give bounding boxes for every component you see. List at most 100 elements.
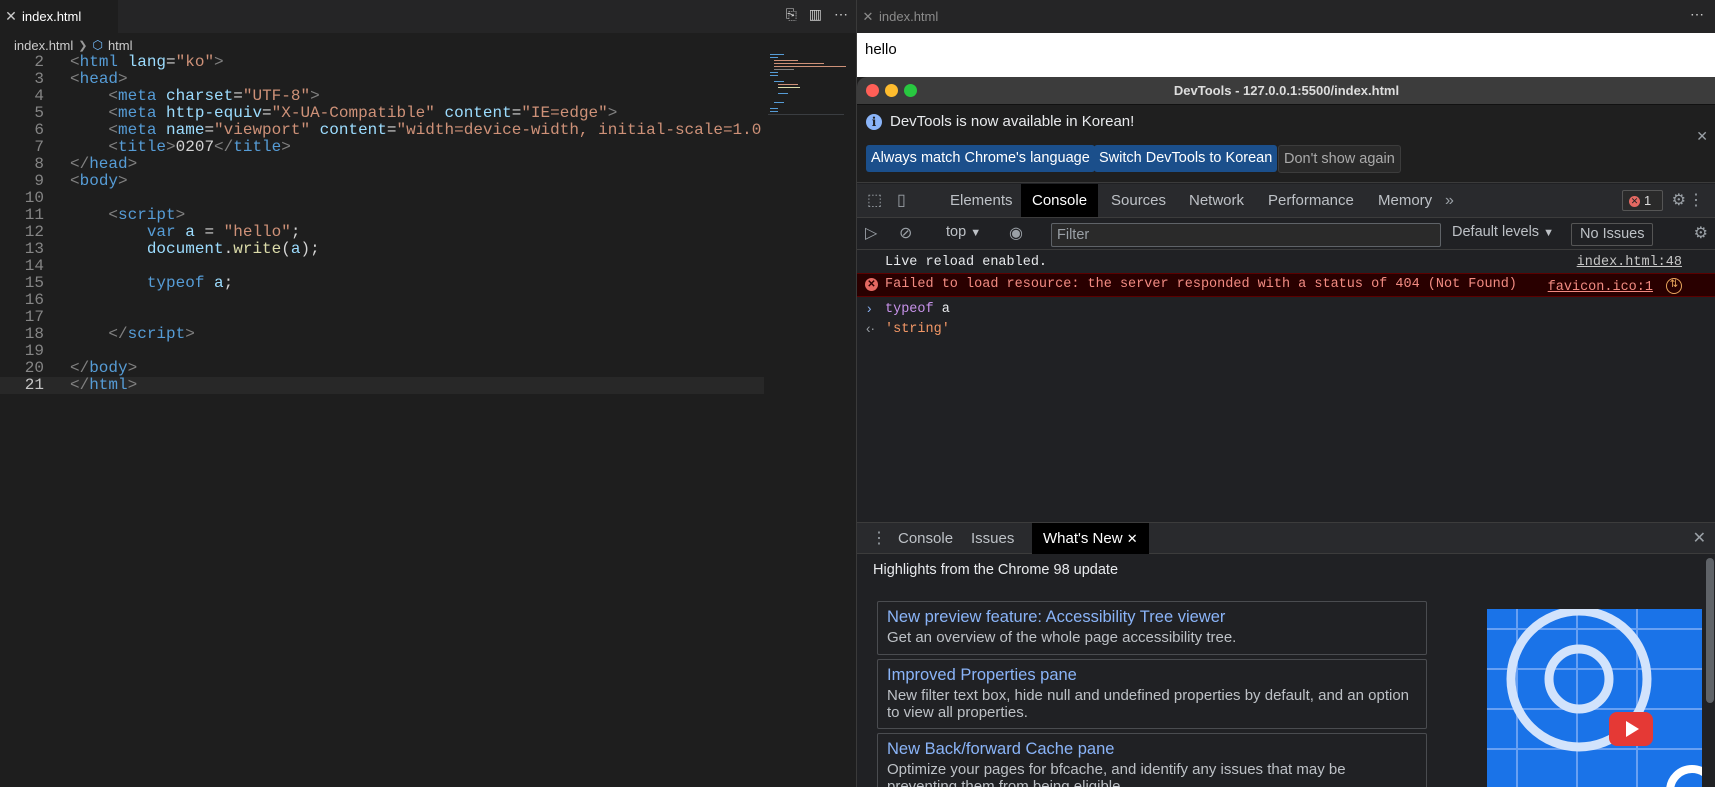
code-line[interactable]: 17 — [0, 309, 764, 326]
feature-title[interactable]: Improved Properties pane — [887, 665, 1417, 685]
filter-input[interactable]: Filter — [1051, 223, 1441, 247]
code-line[interactable]: 2 <html lang="ko"> — [0, 54, 764, 71]
code-token: body — [79, 172, 119, 190]
feature-title[interactable]: New Back/forward Cache pane — [887, 739, 1417, 759]
more-tabs-icon[interactable]: » — [1445, 184, 1454, 217]
tab-network[interactable]: Network — [1178, 184, 1255, 217]
tab-performance[interactable]: Performance — [1257, 184, 1365, 217]
preview-tab-index-html[interactable]: ✕ index.html — [857, 0, 975, 33]
console-result: ‹· 'string' — [857, 320, 1715, 340]
line-content: <meta charset="UTF-8"> — [70, 87, 319, 105]
code-line[interactable]: 20 </body> — [0, 360, 764, 377]
error-count-badge[interactable]: ✕ 1 — [1622, 190, 1663, 211]
live-expression-eye-icon[interactable]: ◉ — [1009, 218, 1023, 250]
play-button-icon[interactable] — [1609, 712, 1653, 746]
code-line[interactable]: 9 <body> — [0, 173, 764, 190]
feature-card[interactable]: New preview feature: Accessibility Tree … — [877, 601, 1427, 655]
inspect-element-icon[interactable]: ⬚ — [867, 184, 882, 217]
code-token: http-equiv — [166, 104, 263, 122]
code-line[interactable]: 6 <meta name="viewport" content="width=d… — [0, 122, 764, 139]
more-actions-icon[interactable]: ⋯ — [834, 6, 848, 23]
devtools-titlebar: DevTools - 127.0.0.1:5500/index.html — [857, 77, 1715, 105]
network-request-icon[interactable]: ⇅ — [1666, 278, 1682, 294]
line-content: typeof a; — [70, 275, 233, 292]
close-tab-icon[interactable]: ✕ — [0, 8, 22, 25]
drawer-tab-whats-new[interactable]: What's New ✕ — [1032, 523, 1149, 554]
video-thumbnail[interactable] — [1487, 609, 1702, 787]
close-drawer-icon[interactable]: ✕ — [1693, 523, 1706, 554]
code-token: </ — [70, 359, 90, 377]
close-infobar-icon[interactable]: ✕ — [1696, 128, 1708, 145]
console-messages[interactable]: Live reload enabled. index.html:48 ✕ Fai… — [857, 250, 1715, 522]
breadcrumb: index.html ❯ ⬡ html — [14, 36, 133, 54]
code-line[interactable]: 12 var a = "hello"; — [0, 224, 764, 241]
code-line[interactable]: 4 <meta charset="UTF-8"> — [0, 88, 764, 105]
code-line[interactable]: 15 typeof a; — [0, 275, 764, 292]
tab-console[interactable]: Console — [1021, 184, 1099, 217]
drawer-scrollbar[interactable] — [1706, 558, 1714, 703]
source-link[interactable]: index.html:48 — [1577, 255, 1682, 270]
tab-elements[interactable]: Elements — [939, 184, 1024, 217]
minimize-window-button[interactable] — [885, 84, 898, 97]
feature-title[interactable]: New preview feature: Accessibility Tree … — [887, 607, 1417, 627]
split-editor-icon[interactable]: ▥ — [809, 6, 822, 23]
drawer-menu-icon[interactable]: ⋮ — [871, 523, 887, 554]
code-line[interactable]: 21 </html> — [0, 377, 764, 394]
result-value: 'string' — [885, 322, 950, 337]
code-token: "UTF-8" — [242, 87, 311, 105]
line-content: var a = "hello"; — [70, 223, 301, 241]
tab-memory[interactable]: Memory — [1367, 184, 1443, 217]
code-line[interactable]: 10 — [0, 190, 764, 207]
code-line[interactable]: 8 </head> — [0, 156, 764, 173]
clear-console-icon[interactable]: ⊘ — [899, 218, 912, 250]
minimap[interactable] — [768, 52, 846, 122]
code-line[interactable]: 11 <script> — [0, 207, 764, 224]
feature-description: New filter text box, hide null and undef… — [887, 687, 1410, 721]
code-line[interactable]: 18 </script> — [0, 326, 764, 343]
code-line[interactable]: 14 — [0, 258, 764, 275]
code-line[interactable]: 13 document.write(a); — [0, 241, 764, 258]
code-line[interactable]: 7 <title>0207</title> — [0, 139, 764, 156]
context-select[interactable]: top ▼ — [946, 224, 981, 240]
close-window-button[interactable] — [866, 84, 879, 97]
code-token: typeof — [146, 274, 205, 292]
more-actions-icon[interactable]: ⋯ — [1690, 6, 1704, 23]
issues-button[interactable]: No Issues — [1571, 223, 1654, 246]
line-number: 16 — [24, 291, 44, 309]
tab-sources[interactable]: Sources — [1100, 184, 1177, 217]
console-settings-gear-icon[interactable]: ⚙ — [1694, 218, 1708, 250]
drawer-tab-issues[interactable]: Issues — [960, 523, 1025, 554]
feature-card[interactable]: New Back/forward Cache pane Optimize you… — [877, 733, 1427, 787]
input-prompt-icon: › — [867, 301, 872, 316]
breadcrumb-file[interactable]: index.html — [14, 38, 73, 53]
code-editor[interactable]: ✕ index.html ⎘ ▥ ⋯ index.html ❯ ⬡ html 2… — [0, 0, 856, 787]
open-preview-icon[interactable]: ⎘ — [786, 6, 797, 23]
code-line[interactable]: 19 — [0, 343, 764, 360]
match-language-button[interactable]: Always match Chrome's language — [866, 145, 1095, 172]
zoom-window-button[interactable] — [904, 84, 917, 97]
code-line[interactable]: 3 <head> — [0, 71, 764, 88]
settings-gear-icon[interactable]: ⚙ — [1672, 184, 1686, 217]
code-token: ; — [290, 223, 301, 241]
dont-show-again-button[interactable]: Don't show again — [1278, 145, 1401, 173]
log-levels-select[interactable]: Default levels ▼ — [1452, 224, 1554, 240]
source-link[interactable]: favicon.ico:1 — [1548, 280, 1653, 295]
drawer-tab-console[interactable]: Console — [887, 523, 964, 554]
code-area[interactable]: 2 <html lang="ko"> 3 <head> 4 <meta charset=… — [0, 54, 764, 394]
close-tab-icon[interactable]: ✕ — [1127, 531, 1138, 546]
editor-tab-index-html[interactable]: ✕ index.html — [0, 0, 118, 33]
sidebar-toggle-icon[interactable]: ▷ — [865, 218, 877, 250]
close-tab-icon[interactable]: ✕ — [857, 9, 879, 25]
feature-card[interactable]: Improved Properties pane New filter text… — [877, 659, 1427, 729]
rendered-page[interactable]: hello — [857, 33, 1715, 77]
device-toolbar-icon[interactable]: ▯ — [897, 184, 906, 217]
code-line[interactable]: 16 — [0, 292, 764, 309]
switch-korean-button[interactable]: Switch DevTools to Korean — [1094, 145, 1278, 172]
code-token: > — [607, 104, 618, 122]
code-line[interactable]: 5 <meta http-equiv="X-UA-Compatible" con… — [0, 105, 764, 122]
more-options-icon[interactable]: ⋮ — [1688, 184, 1704, 217]
breadcrumb-symbol[interactable]: html — [108, 38, 133, 53]
